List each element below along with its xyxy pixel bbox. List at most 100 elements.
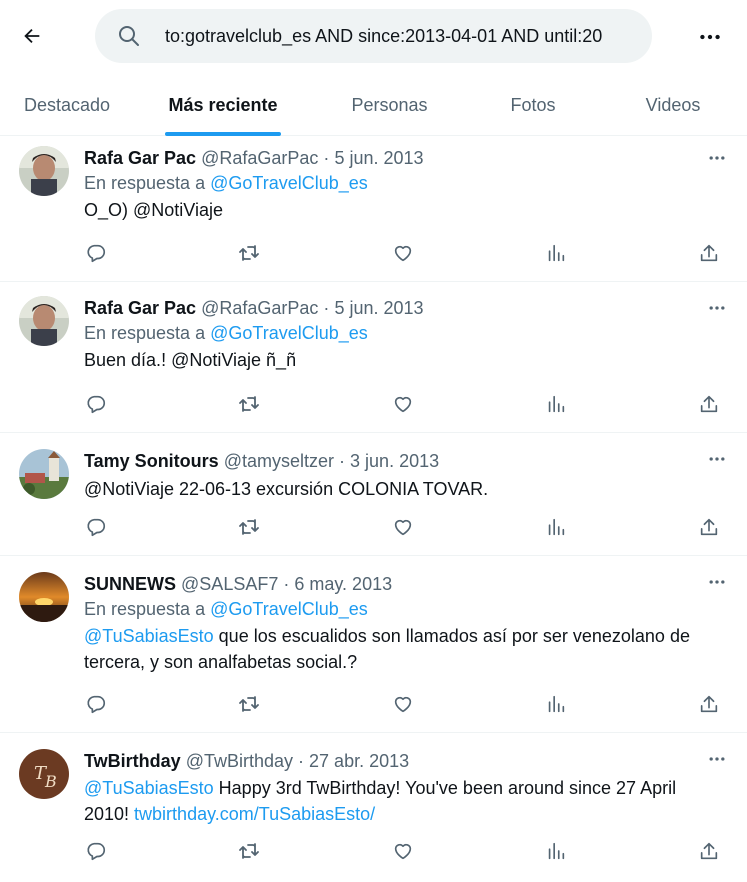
like-icon[interactable]: [391, 839, 415, 863]
avatar[interactable]: TB: [19, 749, 69, 799]
views-icon[interactable]: [544, 692, 568, 716]
separator: ·: [339, 451, 346, 471]
tweet-date[interactable]: 6 may. 2013: [294, 574, 392, 594]
tab-fotos[interactable]: Fotos: [467, 74, 599, 136]
tab-videos[interactable]: Videos: [599, 74, 747, 136]
reply-icon[interactable]: [84, 392, 108, 416]
tab-label: Videos: [645, 94, 701, 115]
avatar[interactable]: [19, 146, 69, 196]
tweet[interactable]: Rafa Gar Pac @RafaGarPac · 5 jun. 2013 E…: [0, 136, 747, 282]
author-name[interactable]: SUNNEWS: [84, 574, 176, 594]
more-icon[interactable]: [707, 298, 727, 318]
tweet-actions: [84, 240, 721, 266]
top-bar: [0, 0, 747, 74]
like-icon[interactable]: [391, 392, 415, 416]
avatar[interactable]: [19, 449, 69, 499]
tweet[interactable]: Rafa Gar Pac @RafaGarPac · 5 jun. 2013 E…: [0, 282, 747, 433]
views-icon[interactable]: [544, 241, 568, 265]
reply-context: En respuesta a @GoTravelClub_es: [84, 170, 727, 197]
author-name[interactable]: TwBirthday: [84, 751, 181, 771]
tweet-text-part: que los escualidos son llamados así por …: [213, 626, 690, 646]
tweet-text: @NotiViaje 22-06-13 excursión COLONIA TO…: [84, 479, 489, 499]
avatar[interactable]: [19, 296, 69, 346]
share-icon[interactable]: [697, 241, 721, 265]
tweet-date[interactable]: 3 jun. 2013: [350, 451, 439, 471]
author-handle[interactable]: @RafaGarPac: [201, 148, 318, 168]
tab-personas[interactable]: Personas: [312, 74, 467, 136]
tweet[interactable]: SUNNEWS @SALSAF7 · 6 may. 2013 En respue…: [0, 556, 747, 733]
tweet-date[interactable]: 5 jun. 2013: [334, 148, 423, 168]
external-link[interactable]: twbirthday.com/TuSabiasEsto/: [134, 804, 375, 824]
reply-icon[interactable]: [84, 839, 108, 863]
reply-prefix: En respuesta a: [84, 173, 206, 193]
reply-context: En respuesta a @GoTravelClub_es: [84, 596, 727, 623]
like-icon[interactable]: [391, 692, 415, 716]
author-handle[interactable]: @SALSAF7: [181, 574, 278, 594]
tweet-actions: [84, 838, 721, 864]
reply-icon[interactable]: [84, 515, 108, 539]
views-icon[interactable]: [544, 392, 568, 416]
search-box[interactable]: [95, 9, 652, 63]
like-icon[interactable]: [391, 241, 415, 265]
retweet-icon[interactable]: [237, 839, 261, 863]
back-button[interactable]: [18, 22, 46, 50]
tweet-date[interactable]: 5 jun. 2013: [334, 298, 423, 318]
search-tabs: Destacado Más reciente Personas Fotos Vi…: [0, 74, 747, 136]
tweet[interactable]: Tamy Sonitours @tamyseltzer · 3 jun. 201…: [0, 433, 747, 556]
reply-context: En respuesta a @GoTravelClub_es: [84, 320, 727, 347]
tab-destacado[interactable]: Destacado: [0, 74, 134, 136]
views-icon[interactable]: [544, 839, 568, 863]
retweet-icon[interactable]: [237, 241, 261, 265]
retweet-icon[interactable]: [237, 692, 261, 716]
tweet-text: O_O) @NotiViaje: [84, 200, 223, 220]
share-icon[interactable]: [697, 692, 721, 716]
share-icon[interactable]: [697, 515, 721, 539]
author-handle[interactable]: @TwBirthday: [186, 751, 293, 771]
mention-link[interactable]: @TuSabiasEsto: [84, 626, 214, 646]
reply-prefix: En respuesta a: [84, 323, 206, 343]
more-icon[interactable]: [707, 572, 727, 592]
reply-to-link[interactable]: @GoTravelClub_es: [210, 173, 368, 193]
share-icon[interactable]: [697, 839, 721, 863]
separator: ·: [323, 148, 330, 168]
more-icon[interactable]: [707, 749, 727, 769]
more-icon[interactable]: [707, 449, 727, 469]
tweet-text-part: 2010!: [84, 804, 135, 824]
more-options-button[interactable]: [697, 24, 723, 50]
share-icon[interactable]: [697, 392, 721, 416]
tab-label: Más reciente: [168, 94, 278, 115]
reply-to-link[interactable]: @GoTravelClub_es: [210, 599, 368, 619]
tweet[interactable]: TB TwBirthday @TwBirthday · 27 abr. 2013…: [0, 733, 747, 882]
like-icon[interactable]: [391, 515, 415, 539]
author-handle[interactable]: @RafaGarPac: [201, 298, 318, 318]
retweet-icon[interactable]: [237, 515, 261, 539]
more-icon: [697, 24, 723, 50]
more-icon[interactable]: [707, 148, 727, 168]
separator: ·: [283, 574, 290, 594]
separator: ·: [298, 751, 305, 771]
tab-mas-reciente[interactable]: Más reciente: [134, 74, 312, 136]
tweet-actions: [84, 514, 721, 540]
mention-link[interactable]: @TuSabiasEsto: [84, 778, 214, 798]
tweet-date[interactable]: 27 abr. 2013: [309, 751, 409, 771]
tweet-actions: [84, 391, 721, 417]
back-arrow-icon: [21, 25, 43, 47]
separator: ·: [323, 298, 330, 318]
reply-icon[interactable]: [84, 692, 108, 716]
reply-prefix: En respuesta a: [84, 599, 206, 619]
tweet-text: @TuSabiasEsto Happy 3rd TwBirthday! You'…: [84, 775, 727, 801]
reply-icon[interactable]: [84, 241, 108, 265]
views-icon[interactable]: [544, 515, 568, 539]
retweet-icon[interactable]: [237, 392, 261, 416]
tweet-text-part: Happy 3rd TwBirthday! You've been around…: [213, 778, 677, 798]
author-name[interactable]: Tamy Sonitours: [84, 451, 219, 471]
avatar[interactable]: [19, 572, 69, 622]
author-handle[interactable]: @tamyseltzer: [224, 451, 334, 471]
reply-to-link[interactable]: @GoTravelClub_es: [210, 323, 368, 343]
author-name[interactable]: Rafa Gar Pac: [84, 298, 196, 318]
tab-label: Fotos: [510, 94, 556, 115]
tab-label: Personas: [351, 94, 428, 115]
tweet-text: Buen día.! @NotiViaje ñ_ñ: [84, 350, 297, 370]
author-name[interactable]: Rafa Gar Pac: [84, 148, 196, 168]
search-input[interactable]: [165, 9, 652, 63]
